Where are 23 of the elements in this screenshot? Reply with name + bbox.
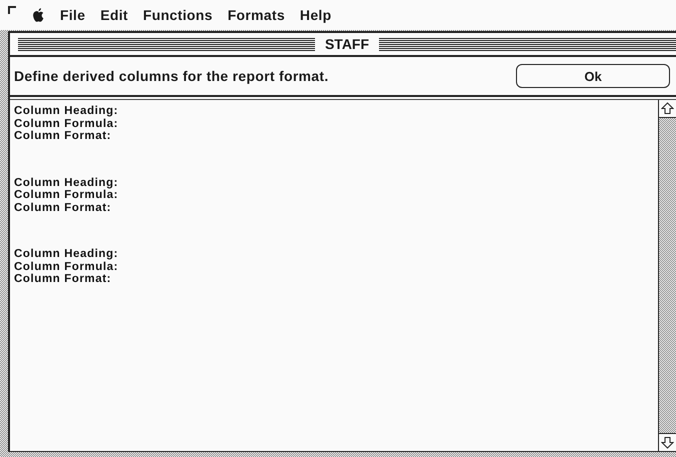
scroll-down-arrow-icon[interactable] (661, 436, 674, 449)
field-label: Column Heading: (14, 176, 120, 189)
field-label: Column Format: (14, 130, 112, 142)
menu-item[interactable]: Functions (142, 7, 213, 23)
field-label: Column Format: (14, 273, 112, 286)
window-title: STAFF (324, 36, 370, 52)
field-label: Column Formula: (14, 260, 120, 273)
field-label: Column Format: (14, 202, 112, 214)
menu-item[interactable]: File (60, 7, 86, 23)
menu-item[interactable]: Edit (100, 7, 128, 23)
scroll-up-arrow-icon[interactable] (661, 102, 674, 115)
title-bar[interactable]: STAFF (10, 33, 676, 57)
menu-item[interactable]: Formats (228, 7, 285, 23)
apple-icon[interactable] (32, 8, 45, 22)
field-label: Column Heading: (14, 248, 120, 260)
scroll-bar[interactable] (658, 100, 676, 451)
field-label: Column Formula: (14, 118, 120, 130)
menu-item[interactable]: Help (300, 7, 332, 23)
ok-button[interactable]: Ok (516, 64, 670, 88)
field-label: Column Formula: (14, 189, 120, 202)
field-label: Column Heading: (14, 105, 120, 118)
corner-mark (8, 6, 16, 14)
prompt-text: Define derived columns for the report format. (14, 68, 329, 84)
